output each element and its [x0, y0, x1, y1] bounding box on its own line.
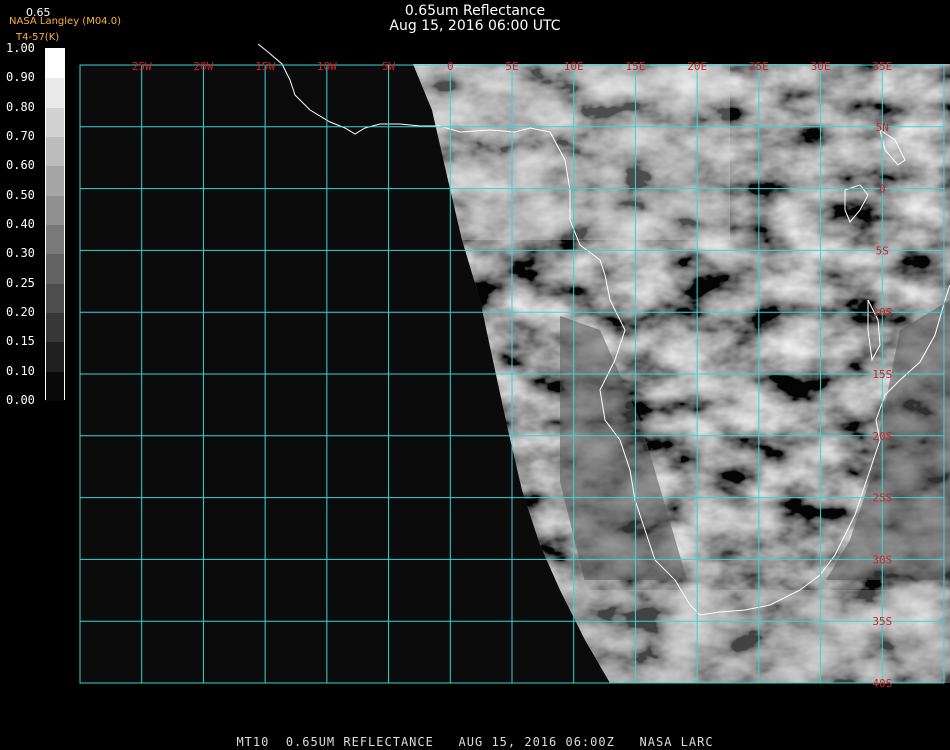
- lon-label: 15E: [625, 60, 645, 73]
- lon-label: 20W: [193, 60, 213, 73]
- lat-label: 30S: [872, 553, 892, 566]
- lat-label: 15S: [872, 368, 892, 381]
- lat-label: 5N: [876, 121, 889, 134]
- lat-label: 35S: [872, 615, 892, 628]
- footer-source: NASA LARC: [639, 735, 714, 749]
- lat-label: 0: [879, 183, 886, 196]
- lat-label: 10S: [872, 306, 892, 319]
- lat-label: 25S: [872, 492, 892, 505]
- satellite-map: 25W 20W 15W 10W 5W 0 5E 10E 15E 20E 25E 30E 35E 5N 0 5S…: [79, 43, 950, 690]
- footer-bar: MT10 0.65UM REFLECTANCE AUG 15, 2016 06:…: [0, 735, 950, 749]
- lon-label: 25W: [132, 60, 152, 73]
- lon-label: 5E: [505, 60, 518, 73]
- lon-label: 0: [447, 60, 454, 73]
- footer-product: MT10: [236, 735, 270, 749]
- footer-description: 0.65UM REFLECTANCE: [285, 735, 434, 749]
- lon-label: 30E: [811, 60, 831, 73]
- lon-label: 25E: [749, 60, 769, 73]
- lat-label: 20S: [872, 430, 892, 443]
- lon-label: 15W: [255, 60, 275, 73]
- lon-label: 10W: [317, 60, 337, 73]
- lon-label: 35E: [872, 60, 892, 73]
- lon-label: 10E: [564, 60, 584, 73]
- lat-label: 40S: [872, 677, 892, 690]
- lat-label: 5S: [876, 244, 889, 257]
- footer-datetime: AUG 15, 2016 06:00Z: [458, 735, 615, 749]
- lon-label: 20E: [687, 60, 707, 73]
- lon-label: 5W: [382, 60, 396, 73]
